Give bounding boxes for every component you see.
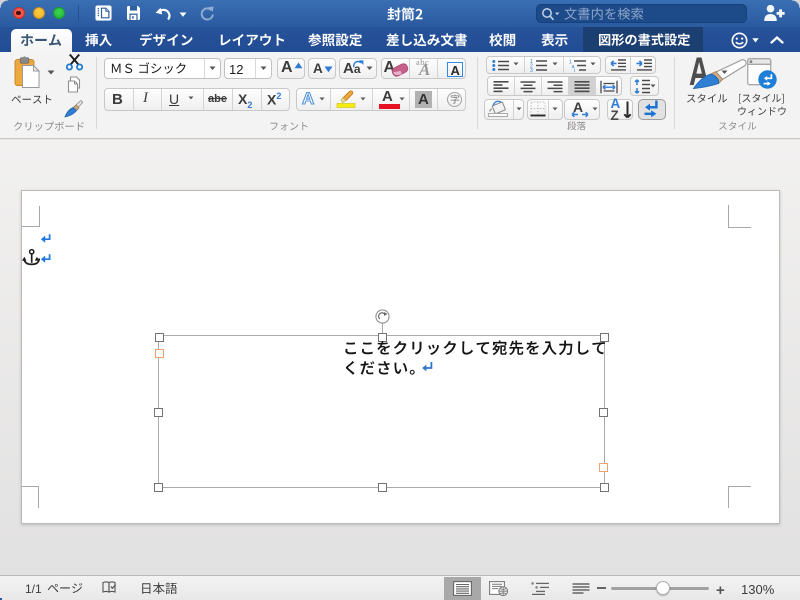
svg-text:3: 3 — [530, 68, 533, 72]
svg-text:Z: Z — [611, 108, 619, 122]
svg-text:i: i — [574, 68, 575, 72]
